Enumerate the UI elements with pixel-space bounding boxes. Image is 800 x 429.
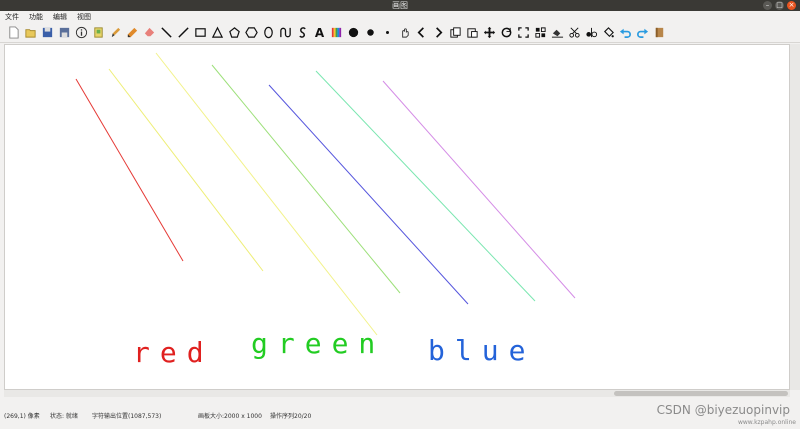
- text-tool-icon[interactable]: A: [311, 24, 328, 42]
- paint-bucket-icon[interactable]: [600, 24, 617, 42]
- minimize-button[interactable]: –: [763, 1, 772, 10]
- drawing-canvas[interactable]: red green blue: [4, 44, 790, 390]
- status-coord: (269,1) 像素: [4, 413, 40, 420]
- menu-view[interactable]: 视图: [72, 11, 96, 23]
- fill-small-icon[interactable]: [379, 24, 396, 42]
- drawn-line-lightyellow: [155, 52, 378, 336]
- menu-function[interactable]: 功能: [24, 11, 48, 23]
- watermark-sub: www.kzpahp.online: [737, 419, 796, 426]
- brush-icon[interactable]: [107, 24, 124, 42]
- new-file-icon[interactable]: [5, 24, 22, 42]
- menu-edit[interactable]: 编辑: [48, 11, 72, 23]
- book-icon[interactable]: [651, 24, 668, 42]
- paste-icon[interactable]: [464, 24, 481, 42]
- status-text-position: 字符输出位置(1087,573): [92, 413, 162, 420]
- canvas-label-red: red: [133, 336, 214, 369]
- drawn-line-blue: [268, 84, 469, 305]
- redo-icon[interactable]: [634, 24, 651, 42]
- canvas-label-green: green: [251, 327, 385, 360]
- fill-large-icon[interactable]: [345, 24, 362, 42]
- maximize-button[interactable]: □: [775, 1, 784, 10]
- eraser-icon[interactable]: [141, 24, 158, 42]
- window-controls: – □ ×: [763, 1, 796, 10]
- pentagon-icon[interactable]: [226, 24, 243, 42]
- status-state: 状态: 就绪: [50, 413, 78, 420]
- fill-medium-icon[interactable]: [362, 24, 379, 42]
- title-bar: 画图 – □ ×: [0, 0, 800, 11]
- canvas-drawing[interactable]: red green blue: [5, 45, 791, 391]
- s-curve-icon[interactable]: [294, 24, 311, 42]
- horizontal-scrollbar[interactable]: [4, 390, 790, 397]
- scissors-icon[interactable]: [566, 24, 583, 42]
- open-folder-icon[interactable]: [22, 24, 39, 42]
- line-thick-icon[interactable]: [175, 24, 192, 42]
- pencil-icon[interactable]: [124, 24, 141, 42]
- move-icon[interactable]: [481, 24, 498, 42]
- vertical-scrollbar[interactable]: [790, 44, 800, 390]
- window-title: 画图: [392, 1, 408, 10]
- fullscreen-icon[interactable]: [515, 24, 532, 42]
- drawn-line-aqua: [315, 70, 536, 302]
- color-palette-icon[interactable]: [328, 24, 345, 42]
- menu-file[interactable]: 文件: [0, 11, 24, 23]
- horizontal-scroll-thumb[interactable]: [614, 391, 788, 396]
- export-icon[interactable]: [90, 24, 107, 42]
- crop-icon[interactable]: [532, 24, 549, 42]
- copy-icon[interactable]: [447, 24, 464, 42]
- prev-icon[interactable]: [413, 24, 430, 42]
- save-as-icon[interactable]: [56, 24, 73, 42]
- drawn-line-violet: [382, 80, 576, 299]
- next-icon[interactable]: [430, 24, 447, 42]
- ellipse-icon[interactable]: [260, 24, 277, 42]
- curve-icon[interactable]: [277, 24, 294, 42]
- undo-icon[interactable]: [617, 24, 634, 42]
- pan-hand-icon[interactable]: [396, 24, 413, 42]
- rotate-icon[interactable]: [498, 24, 515, 42]
- bucket-icon[interactable]: [549, 24, 566, 42]
- menu-bar: 文件 功能 编辑 视图: [0, 11, 800, 23]
- triangle-icon[interactable]: [209, 24, 226, 42]
- rectangle-icon[interactable]: [192, 24, 209, 42]
- drawn-line-lightgreen: [211, 64, 401, 294]
- line-icon[interactable]: [158, 24, 175, 42]
- hexagon-icon[interactable]: [243, 24, 260, 42]
- watermark: CSDN @biyezuopinvip: [656, 403, 790, 417]
- status-ops: 操作序列20/20: [270, 413, 312, 420]
- flip-icon[interactable]: [583, 24, 600, 42]
- info-icon[interactable]: [73, 24, 90, 42]
- canvas-label-blue: blue: [428, 334, 535, 367]
- drawn-line-red: [75, 78, 184, 262]
- text-tool-label: A: [314, 25, 325, 40]
- save-icon[interactable]: [39, 24, 56, 42]
- status-canvas-size: 画板大小:2000 x 1000: [198, 413, 262, 420]
- toolbar: A: [0, 23, 800, 43]
- close-button[interactable]: ×: [787, 1, 796, 10]
